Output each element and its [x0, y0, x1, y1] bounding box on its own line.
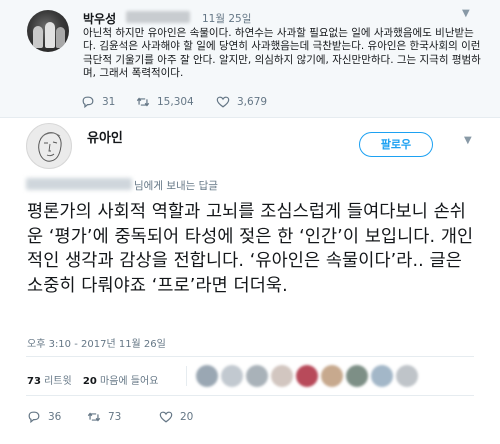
chevron-down-icon[interactable]: ▼: [464, 135, 472, 146]
divider: [186, 366, 187, 386]
liker-avatar[interactable]: [346, 365, 368, 387]
liker-avatar[interactable]: [371, 365, 393, 387]
reply-icon: [82, 96, 94, 109]
reply-button[interactable]: 36: [27, 410, 61, 424]
tweet-timestamp[interactable]: 오후 3:10 - 2017년 11월 26일: [27, 335, 166, 350]
parent-author-name[interactable]: 박우성: [83, 10, 116, 27]
retweet-icon: [87, 412, 101, 422]
liker-avatar[interactable]: [246, 365, 268, 387]
like-stat[interactable]: 20 마음에 들어요: [83, 376, 159, 387]
liker-avatar[interactable]: [221, 365, 243, 387]
reply-to-label: 님에게 보내는 답글: [134, 180, 218, 192]
parent-avatar[interactable]: [27, 10, 69, 52]
retweet-count: 73: [108, 411, 122, 423]
tweet-text: 평론가의 사회적 역할과 고뇌를 조심스럽게 들여다보니 손쉬운 ‘평가’에 중…: [27, 202, 474, 296]
like-button[interactable]: 20: [159, 410, 193, 424]
parent-handle-redacted: [126, 11, 190, 23]
like-count: 20: [180, 411, 194, 423]
parent-reply-button[interactable]: 31: [81, 95, 115, 109]
author-name[interactable]: 유아인: [87, 127, 123, 146]
follow-button[interactable]: 팔로우: [359, 132, 433, 157]
divider: [26, 356, 474, 357]
retweet-button[interactable]: 73: [87, 410, 121, 424]
parent-date[interactable]: 11월 25일: [202, 11, 251, 26]
retweet-stat-count: 73: [27, 376, 41, 387]
reply-icon: [28, 411, 40, 424]
chevron-down-icon[interactable]: ▼: [462, 8, 470, 19]
liker-avatar[interactable]: [196, 365, 218, 387]
parent-reply-count: 31: [102, 96, 116, 108]
liker-avatar[interactable]: [296, 365, 318, 387]
author-avatar[interactable]: [26, 123, 72, 169]
retweet-stat-label: 리트윗: [44, 376, 72, 387]
parent-retweet-count: 15,304: [157, 96, 194, 108]
parent-tweet[interactable]: 박우성 11월 25일 ▼ 아닌척 하지만 유아인은 속물이다. 하연수는 사과…: [0, 0, 500, 118]
parent-like-count: 3,679: [237, 96, 268, 108]
engagement-stats: 73 리트윗 20 마음에 들어요: [27, 372, 158, 387]
heart-icon: [159, 411, 173, 423]
divider: [26, 395, 474, 396]
liker-avatar[interactable]: [396, 365, 418, 387]
parent-tweet-text: 아닌척 하지만 유아인은 속물이다. 하연수는 사과할 필요없는 일에 사과했음…: [83, 27, 481, 80]
parent-like-button[interactable]: 3,679: [216, 95, 267, 109]
liker-avatar[interactable]: [271, 365, 293, 387]
like-stat-count: 20: [82, 376, 97, 387]
retweet-icon: [136, 97, 150, 107]
liker-avatar[interactable]: [321, 365, 343, 387]
heart-icon: [216, 96, 230, 108]
like-stat-label: 마음에 들어요: [100, 376, 159, 387]
reply-to-handle-redacted: [26, 178, 132, 190]
reply-count: 36: [48, 411, 62, 423]
retweet-stat[interactable]: 73 리트윗: [27, 376, 72, 387]
parent-retweet-button[interactable]: 15,304: [136, 95, 194, 109]
sketch-face-icon: [38, 132, 62, 162]
